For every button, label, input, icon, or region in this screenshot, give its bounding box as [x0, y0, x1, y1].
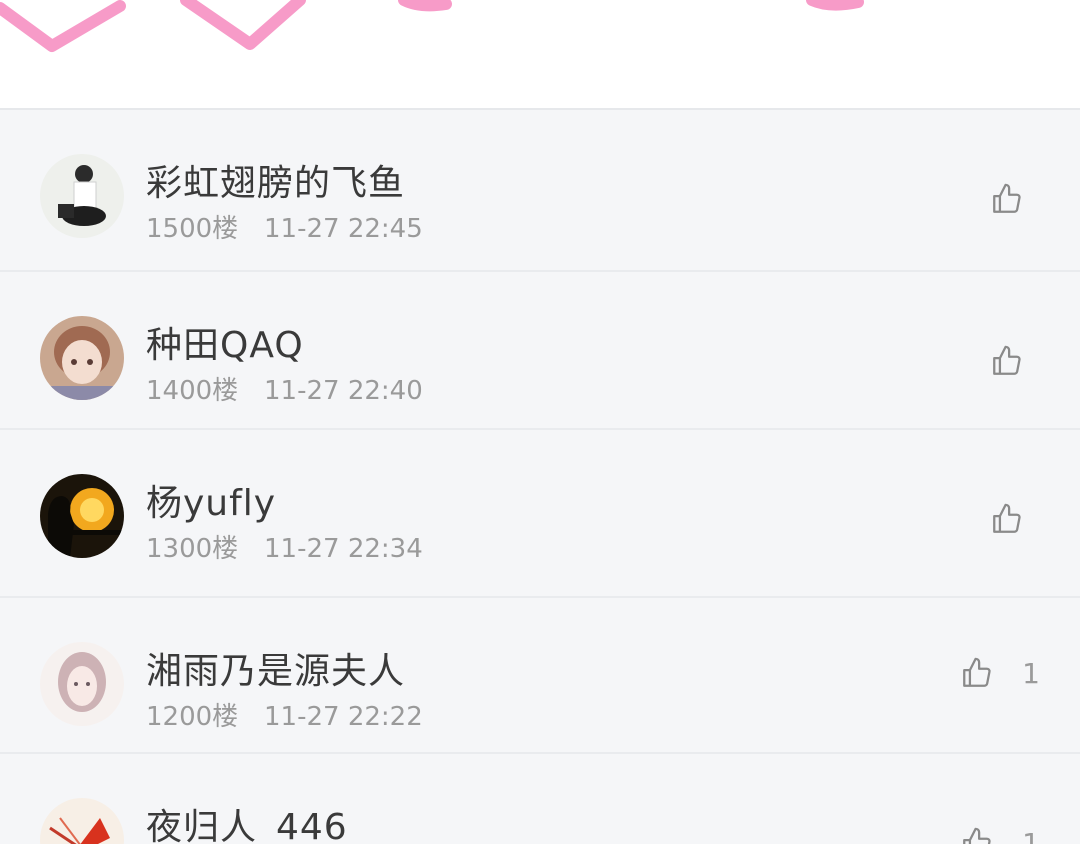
comment-meta: 1500楼 11-27 22:45: [146, 208, 423, 245]
username[interactable]: 杨yufly: [146, 474, 276, 526]
username[interactable]: 彩虹翅膀的飞鱼: [146, 154, 405, 206]
floor-number: 1200楼: [146, 702, 239, 732]
timestamp: 11-27 22:34: [264, 534, 423, 564]
comment-row[interactable]: 夜归人_446 1: [0, 754, 1080, 844]
username[interactable]: 种田QAQ: [146, 316, 304, 368]
like-count: 1: [1022, 656, 1040, 690]
floor-number: 1500楼: [146, 214, 239, 244]
like-button[interactable]: [990, 344, 1024, 378]
comment-row[interactable]: 杨yufly 1300楼 11-27 22:34: [0, 430, 1080, 598]
like-button[interactable]: [990, 182, 1024, 216]
thumbs-up-icon: [963, 827, 991, 844]
avatar-anime-girl[interactable]: [40, 316, 124, 400]
timestamp: 11-27 22:40: [264, 376, 423, 406]
avatar-red-illustration[interactable]: [40, 798, 124, 844]
comment-row[interactable]: 彩虹翅膀的飞鱼 1500楼 11-27 22:45: [0, 110, 1080, 272]
thumbs-up-icon: [993, 345, 1021, 375]
floor-number: 1400楼: [146, 376, 239, 406]
comment-row[interactable]: 湘雨乃是源夫人 1200楼 11-27 22:22 1: [0, 598, 1080, 754]
avatar-illustrated-girl[interactable]: [40, 642, 124, 726]
comment-meta: 1300楼 11-27 22:34: [146, 528, 423, 565]
comment-row[interactable]: 种田QAQ 1400楼 11-27 22:40: [0, 272, 1080, 430]
comment-list: 彩虹翅膀的飞鱼 1500楼 11-27 22:45 种田QAQ 1400楼 11…: [0, 110, 1080, 844]
timestamp: 11-27 22:45: [264, 214, 423, 244]
comment-page: 彩虹翅膀的飞鱼 1500楼 11-27 22:45 种田QAQ 1400楼 11…: [0, 0, 1080, 844]
timestamp: 11-27 22:22: [264, 702, 423, 732]
pink-heart-doodle: [0, 0, 864, 52]
like-count: 1: [1022, 826, 1040, 844]
floor-number: 1300楼: [146, 534, 239, 564]
thumbs-up-icon: [993, 503, 1021, 533]
avatar-sunset-silhouette[interactable]: [40, 474, 124, 558]
avatar-sketch-person[interactable]: [40, 154, 124, 238]
like-button[interactable]: 1: [960, 826, 1040, 844]
thumbs-up-icon: [963, 657, 991, 687]
like-button[interactable]: 1: [960, 656, 1040, 690]
comment-meta: 1200楼 11-27 22:22: [146, 696, 423, 733]
username[interactable]: 夜归人_446: [146, 798, 348, 844]
thumbs-up-icon: [993, 183, 1021, 213]
decorative-header: [0, 0, 1080, 110]
comment-meta: 1400楼 11-27 22:40: [146, 370, 423, 407]
username[interactable]: 湘雨乃是源夫人: [146, 642, 405, 694]
like-button[interactable]: [990, 502, 1024, 536]
